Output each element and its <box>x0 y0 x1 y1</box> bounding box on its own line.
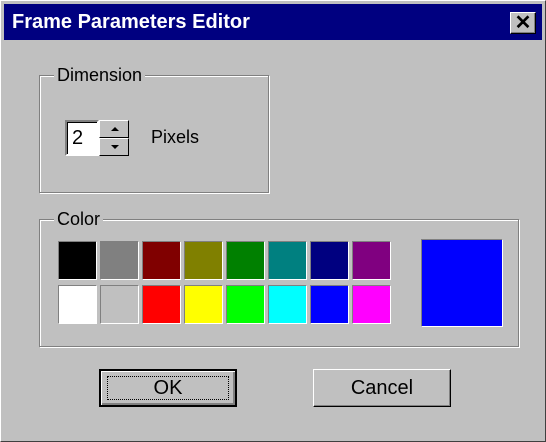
color-swatch[interactable] <box>226 285 265 324</box>
color-swatch[interactable] <box>268 285 307 324</box>
cancel-button-label: Cancel <box>350 377 414 399</box>
color-swatch[interactable] <box>352 285 391 324</box>
color-swatch[interactable] <box>226 241 265 280</box>
window-title: Frame Parameters Editor <box>12 11 250 33</box>
arrow-up-icon <box>111 127 119 131</box>
color-swatch[interactable] <box>100 241 139 280</box>
close-button[interactable]: ✕ <box>510 12 536 34</box>
ok-button-label: OK <box>153 377 183 399</box>
color-swatch[interactable] <box>310 241 349 280</box>
cancel-button[interactable]: Cancel <box>313 369 451 407</box>
selected-color-preview <box>421 239 503 327</box>
color-swatch[interactable] <box>268 241 307 280</box>
arrow-down-icon <box>111 145 119 149</box>
close-icon: ✕ <box>514 12 532 34</box>
color-swatch[interactable] <box>352 241 391 280</box>
spin-down-button[interactable] <box>99 138 129 156</box>
spin-up-button[interactable] <box>99 120 129 138</box>
dimension-value-input[interactable]: 2 <box>65 120 99 156</box>
color-swatch[interactable] <box>310 285 349 324</box>
color-group-label: Color <box>54 208 104 230</box>
color-swatch[interactable] <box>184 241 223 280</box>
ok-button[interactable]: OK <box>99 369 237 407</box>
color-swatch[interactable] <box>58 241 97 280</box>
color-swatch[interactable] <box>184 285 223 324</box>
title-bar[interactable]: Frame Parameters Editor ✕ <box>4 4 542 40</box>
frame-parameters-dialog: Frame Parameters Editor ✕ Dimension 2 Pi… <box>0 0 546 442</box>
color-swatch[interactable] <box>58 285 97 324</box>
color-swatch[interactable] <box>100 285 139 324</box>
color-swatch[interactable] <box>142 241 181 280</box>
dimension-group-label: Dimension <box>54 64 146 86</box>
color-swatch[interactable] <box>142 285 181 324</box>
pixels-label: Pixels <box>151 127 200 147</box>
